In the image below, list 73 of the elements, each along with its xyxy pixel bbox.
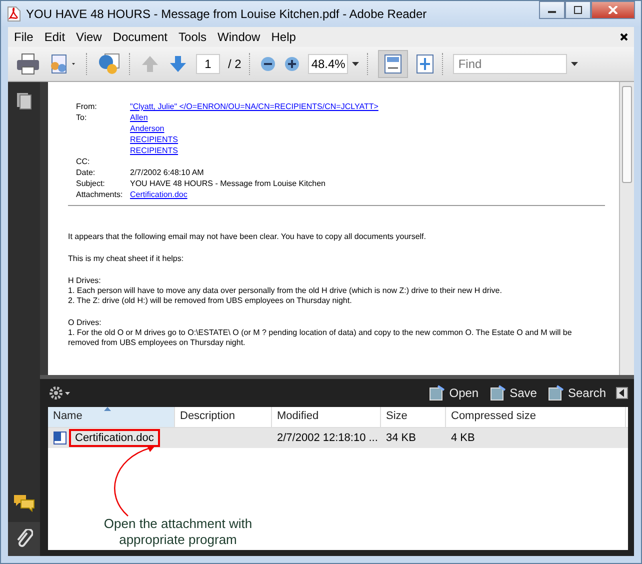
window-title: YOU HAVE 48 HOURS - Message from Louise Kitchen.pdf - Adobe Reader (26, 7, 427, 21)
zoom-field[interactable]: 48.4% (308, 54, 348, 74)
panel-action-button[interactable]: Search (546, 385, 606, 401)
body-text: O Drives: (68, 318, 102, 328)
menu-item[interactable]: Document (112, 30, 168, 44)
fit-page-icon[interactable] (416, 54, 434, 74)
close-icon[interactable] (620, 33, 628, 41)
panel-action-button[interactable]: Open (428, 385, 479, 401)
find-field[interactable]: Find (453, 54, 568, 74)
page-total: / 2 (228, 57, 242, 71)
body-text: 1. For the old O or M drives go to O:\ESTATE\ O (or M ? pending location of data) and copy to the new common O. The Estate O and M will be removed from UBS employees on Thursday night. (68, 328, 573, 348)
zoom-out-icon[interactable] (260, 56, 276, 72)
field-value: YOU HAVE 48 HOURS - Message from Louise Kitchen (130, 179, 326, 188)
table-cell: 34 KB (386, 432, 416, 444)
dropdown-caret-icon[interactable] (352, 62, 360, 66)
maximize-button[interactable] (565, 1, 591, 19)
menu-item[interactable]: View (76, 30, 102, 44)
field-label: Subject: (76, 179, 106, 188)
email-link[interactable]: "Clyatt, Julie" </O=ENRON/OU=NA/CN=RECIPIENTS/CN=JCLYATT> (130, 102, 378, 111)
body-text: 1. Each person will have to move any data over personally from the old H drive (which is now Z:) drive to their new H drive. (68, 286, 503, 296)
table-cell: 2/7/2002 12:18:10 ... (277, 432, 378, 444)
pages-icon[interactable] (16, 92, 32, 110)
annotation-text: Open the attachment with appropriate program (102, 516, 254, 548)
fit-width-button[interactable] (378, 50, 408, 78)
column-header[interactable]: Name (48, 407, 175, 427)
minimize-button[interactable] (539, 1, 565, 19)
body-text: H Drives: (68, 276, 102, 286)
zoom-in-icon[interactable] (284, 56, 300, 72)
dropdown-caret-icon[interactable] (571, 62, 578, 66)
body-text: It appears that the following email may not have been clear. You have to copy all documents yourself. (68, 232, 427, 242)
email-link[interactable]: RECIPIENTS (130, 135, 178, 144)
column-header[interactable]: Modified (272, 407, 381, 427)
field-label: Attachments: (76, 190, 124, 199)
menu-item[interactable]: Tools (178, 30, 207, 44)
email-link[interactable]: Certification.doc (130, 190, 188, 199)
collapse-button[interactable] (616, 387, 628, 399)
email-link[interactable]: Allen (130, 113, 148, 122)
column-header[interactable]: Size (381, 407, 446, 427)
left-triangle-icon (619, 389, 625, 397)
body-text: 2. The Z: drive (old H:) will be removed from UBS employees on Thursday night. (68, 296, 353, 306)
panel-action-button[interactable]: Save (488, 385, 537, 401)
pdf-file-icon (7, 6, 21, 22)
column-header[interactable]: Description (175, 407, 272, 427)
menu-item[interactable]: File (14, 30, 34, 44)
table-cell-text: Certification.doc (74, 431, 155, 445)
email-link[interactable]: RECIPIENTS (130, 146, 178, 155)
paperclip-icon (15, 529, 33, 549)
menu-item[interactable]: Help (271, 30, 296, 44)
menu-item[interactable]: Window (218, 30, 260, 44)
fit-width-icon (384, 54, 402, 74)
close-button[interactable] (591, 1, 635, 19)
field-label: CC: (76, 157, 91, 166)
field-label: From: (76, 102, 98, 111)
print-icon[interactable] (16, 53, 40, 75)
table-cell: 4 KB (451, 432, 475, 444)
close-icon (608, 6, 618, 14)
maximize-icon (573, 6, 583, 14)
field-value: 2/7/2002 6:48:10 AM (130, 168, 204, 177)
page-number-field[interactable]: 1 (196, 54, 220, 74)
column-header[interactable]: Compressed size (446, 407, 626, 427)
attachment-row[interactable]: Certification.doc 2/7/2002 12:18:10 ... 34 KB 4 KB (48, 428, 628, 448)
menu-item[interactable]: Edit (44, 30, 66, 44)
field-label: To: (76, 113, 88, 124)
sort-arrow-icon (104, 407, 111, 411)
down-arrow-icon[interactable] (168, 54, 188, 74)
word-document-icon (53, 431, 67, 445)
field-label: Date: (76, 168, 96, 177)
attachments-button[interactable] (8, 522, 40, 556)
scrollbar-thumb[interactable] (622, 86, 632, 183)
gear-icon[interactable] (48, 386, 72, 400)
email-link[interactable]: Anderson (130, 124, 164, 133)
comments-icon[interactable] (13, 494, 35, 512)
body-text: This is my cheat sheet if it helps: (68, 254, 185, 264)
